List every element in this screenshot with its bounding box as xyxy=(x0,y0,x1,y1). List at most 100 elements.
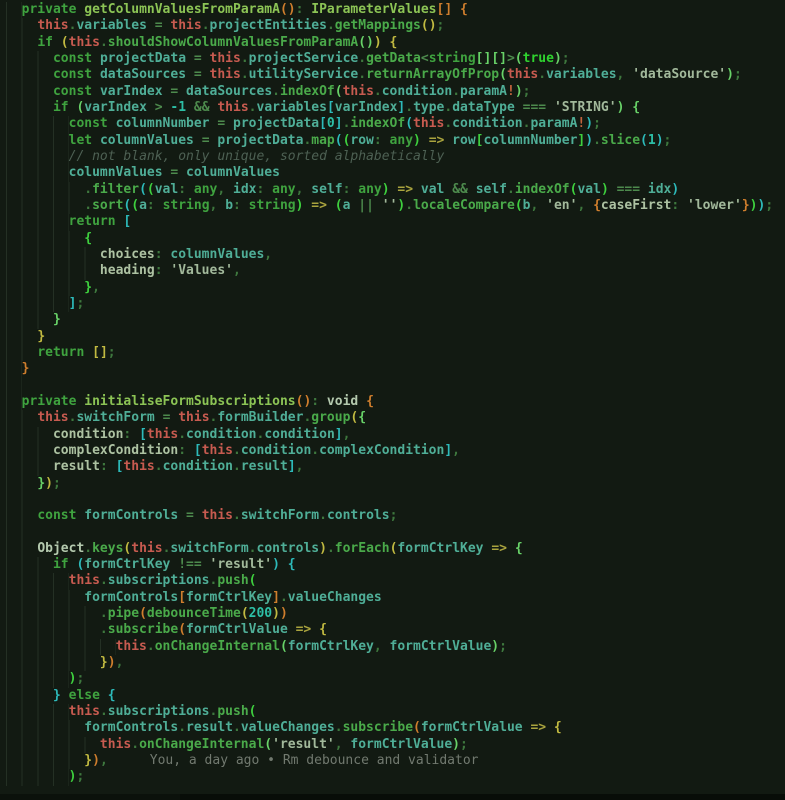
code-line[interactable]: complexCondition: [this.condition.comple… xyxy=(6,443,785,459)
code-line[interactable]: .sort((a: string, b: string) => (a || ''… xyxy=(6,198,785,214)
code-token xyxy=(92,84,100,99)
code-token: [ xyxy=(319,116,327,131)
code-token xyxy=(640,182,648,197)
code-line[interactable]: const varIndex = dataSources.indexOf(thi… xyxy=(6,84,785,100)
code-token: this xyxy=(210,51,241,66)
code-line[interactable]: formControls.result.valueChanges.subscri… xyxy=(6,720,785,736)
code-line[interactable]: const dataSources = this.utilityService.… xyxy=(6,67,785,83)
code-token xyxy=(217,198,225,213)
code-token: string xyxy=(429,51,476,66)
code-token: private xyxy=(22,2,77,17)
code-token: formCtrlKey xyxy=(288,639,374,654)
code-line[interactable]: ]; xyxy=(6,296,785,312)
code-line[interactable]: this.switchForm = this.formBuilder.group… xyxy=(6,410,785,426)
code-line[interactable] xyxy=(6,378,785,394)
code-token: => xyxy=(429,133,445,148)
code-token: projectData xyxy=(233,116,319,131)
code-line[interactable]: } xyxy=(6,312,785,328)
code-line[interactable]: } else { xyxy=(6,688,785,704)
code-token: push xyxy=(217,704,248,719)
code-line[interactable]: choices: columnValues, xyxy=(6,247,785,263)
code-line[interactable]: private initialiseFormSubscriptions(): v… xyxy=(6,394,785,410)
code-token: indexOf xyxy=(515,182,570,197)
code-line[interactable]: }, xyxy=(6,280,785,296)
code-line[interactable]: }); xyxy=(6,476,785,492)
code-line[interactable]: return []; xyxy=(6,345,785,361)
code-token: ) xyxy=(413,133,421,148)
code-token: projectData xyxy=(100,51,186,66)
code-line[interactable]: condition: [this.condition.condition], xyxy=(6,427,785,443)
code-token: } xyxy=(84,280,92,295)
code-line[interactable]: .subscribe(formCtrlValue => { xyxy=(6,622,785,638)
code-token: : xyxy=(374,133,382,148)
indent-guides xyxy=(6,737,100,753)
code-line[interactable]: formControls[formCtrlKey].valueChanges xyxy=(6,590,785,606)
code-token: ( xyxy=(640,133,648,148)
code-line[interactable]: const formControls = this.switchForm.con… xyxy=(6,508,785,524)
code-line[interactable]: if (varIndex > -1 && this.variables[varI… xyxy=(6,100,785,116)
code-token: // not blank, only unique, sorted alphab… xyxy=(69,149,445,164)
code-line[interactable]: } xyxy=(6,329,785,345)
code-line[interactable] xyxy=(6,492,785,508)
indent-guides xyxy=(6,214,69,230)
indent-guides xyxy=(6,67,53,83)
horizontal-scrollbar[interactable] xyxy=(0,794,785,800)
code-line[interactable]: this.subscriptions.push( xyxy=(6,573,785,589)
code-line[interactable]: Object.keys(this.switchForm.controls).fo… xyxy=(6,541,785,557)
code-token xyxy=(507,541,515,556)
indent-guides xyxy=(6,280,84,296)
code-token: this xyxy=(123,459,154,474)
code-line[interactable]: let columnValues = projectData.map((row:… xyxy=(6,133,785,149)
code-token: switchForm xyxy=(170,541,248,556)
code-line[interactable]: this.subscriptions.push( xyxy=(6,704,785,720)
code-token: columnNumber xyxy=(483,133,577,148)
code-editor[interactable]: private getColumnValuesFromParamA(): IPa… xyxy=(0,0,785,800)
code-token: . xyxy=(100,704,108,719)
code-line[interactable]: ); xyxy=(6,769,785,785)
code-line[interactable]: result: [this.condition.result], xyxy=(6,459,785,475)
code-token: this xyxy=(170,18,201,33)
code-line[interactable]: this.onChangeInternal('result', formCtrl… xyxy=(6,737,785,753)
code-token: . xyxy=(241,67,249,82)
code-line[interactable]: ); xyxy=(6,671,785,687)
code-token xyxy=(178,165,186,180)
code-line[interactable]: return [ xyxy=(6,214,785,230)
code-line[interactable]: this.variables = this.projectEntities.ge… xyxy=(6,18,785,34)
horizontal-scrollbar-slider[interactable] xyxy=(180,794,785,800)
code-token xyxy=(374,198,382,213)
code-token xyxy=(444,133,452,148)
code-token: . xyxy=(311,443,319,458)
code-line[interactable] xyxy=(6,525,785,541)
code-line[interactable]: .filter((val: any, idx: any, self: any) … xyxy=(6,182,785,198)
code-line[interactable]: if (formCtrlKey !== 'result') { xyxy=(6,557,785,573)
code-line[interactable]: // not blank, only unique, sorted alphab… xyxy=(6,149,785,165)
code-line[interactable]: this.onChangeInternal(formCtrlKey, formC… xyxy=(6,639,785,655)
code-token: self xyxy=(311,182,342,197)
code-token: => xyxy=(530,720,546,735)
code-token: . xyxy=(233,508,241,523)
code-token: ) xyxy=(288,2,296,17)
code-token xyxy=(100,688,108,703)
code-line[interactable]: }),You, a day ago • Rm debounce and vali… xyxy=(6,753,785,769)
code-line[interactable]: } xyxy=(6,361,785,377)
code-line[interactable]: { xyxy=(6,231,785,247)
code-line[interactable]: const projectData = this.projectService.… xyxy=(6,51,785,67)
code-line[interactable]: private getColumnValuesFromParamA(): IPa… xyxy=(6,2,785,18)
indent-guides xyxy=(6,557,53,573)
code-token xyxy=(202,51,210,66)
code-token: = xyxy=(194,67,202,82)
code-token: = xyxy=(202,133,210,148)
code-line[interactable]: .pipe(debounceTime(200)) xyxy=(6,606,785,622)
code-line[interactable]: heading: 'Values', xyxy=(6,263,785,279)
indent-guides xyxy=(6,769,69,785)
code-line[interactable]: const columnNumber = projectData[0].inde… xyxy=(6,116,785,132)
code-token: utilityService xyxy=(249,67,359,82)
code-line[interactable]: }), xyxy=(6,655,785,671)
code-line[interactable]: if (this.shouldShowColumnValuesFromParam… xyxy=(6,35,785,51)
code-token xyxy=(147,18,155,33)
code-token: . xyxy=(405,198,413,213)
indent-guides xyxy=(6,394,22,410)
code-line[interactable]: columnValues = columnValues xyxy=(6,165,785,181)
code-token: controls xyxy=(257,541,320,556)
code-token: getMappings xyxy=(335,18,421,33)
